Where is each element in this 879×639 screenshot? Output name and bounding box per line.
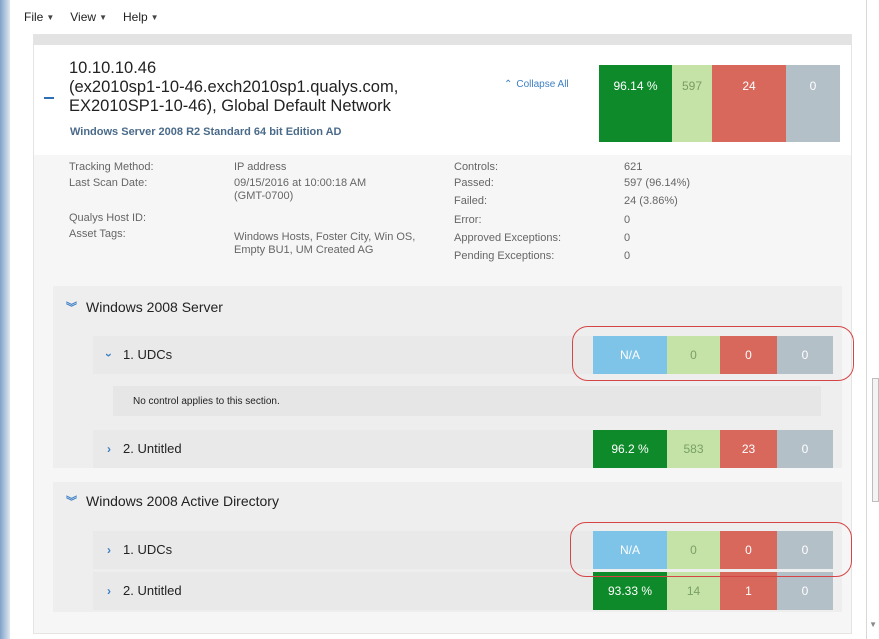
row-failed-cell: 23	[720, 430, 777, 468]
detail-label: Tracking Method:	[69, 161, 154, 173]
row-title: 2. Untitled	[123, 441, 182, 456]
row-number: 2.	[123, 441, 134, 456]
row-number: 1.	[123, 542, 134, 557]
host-ip: 10.10.10.46	[69, 59, 157, 77]
row-error-cell: 0	[777, 430, 833, 468]
row-label: › 1. UDCs	[107, 542, 172, 557]
detail-label: Last Scan Date:	[69, 177, 148, 189]
detail-label: Qualys Host ID:	[69, 212, 147, 224]
row-passed-cell: 14	[667, 572, 720, 610]
list-item[interactable]: › 2. Untitled 93.33 % 14 1 0	[93, 572, 833, 610]
detail-value: 0	[624, 232, 631, 244]
host-failed-count: 24	[712, 65, 786, 142]
detail-value: 0	[624, 214, 631, 226]
host-passed-count: 597	[672, 65, 712, 142]
menu-view[interactable]: View ▼	[70, 10, 107, 24]
host-os: Windows Server 2008 R2 Standard 64 bit E…	[70, 126, 342, 138]
section-header[interactable]: ︾ Windows 2008 Server	[66, 299, 223, 315]
scrollbar-track	[866, 0, 867, 639]
caret-down-icon: ▼	[99, 12, 107, 22]
row-percent-cell: 93.33 %	[593, 572, 667, 610]
list-item[interactable]: › 2. Untitled 96.2 % 583 23 0	[93, 430, 833, 468]
row-title: 2. Untitled	[123, 583, 182, 598]
panel-top-bar	[34, 35, 851, 45]
row-failed-cell: 1	[720, 572, 777, 610]
detail-value: Empty BU1, UM Created AG	[234, 244, 374, 256]
detail-label: Approved Exceptions:	[454, 232, 562, 244]
detail-label: Passed:	[454, 177, 494, 189]
row-stats: 96.2 % 583 23 0	[593, 430, 833, 468]
section-title: Windows 2008 Server	[86, 299, 223, 315]
detail-value: 597 (96.14%)	[624, 177, 691, 189]
detail-value: (GMT-0700)	[234, 190, 294, 202]
detail-value: 0	[624, 250, 631, 262]
chevron-right-icon: ›	[107, 583, 111, 598]
host-name-line: (ex2010sp1-10-46.exch2010sp1.qualys.com,	[69, 78, 399, 96]
row-percent-cell: 96.2 %	[593, 430, 667, 468]
detail-value: IP address	[234, 161, 287, 173]
caret-down-icon: ▼	[150, 12, 159, 22]
menu-file-label: File	[24, 10, 44, 24]
row-title: 1. UDCs	[123, 347, 172, 362]
caret-down-icon: ▼	[46, 12, 55, 22]
empty-section-note: No control applies to this section.	[113, 386, 821, 416]
host-error-count: 0	[786, 65, 840, 142]
window-left-edge	[0, 0, 10, 639]
detail-value: 09/15/2016 at 10:00:18 AM	[234, 177, 367, 189]
highlight-annotation	[570, 522, 852, 577]
minus-icon	[44, 97, 54, 99]
menu-help-label: Help	[122, 10, 148, 24]
section-title: Windows 2008 Active Directory	[86, 493, 279, 509]
double-chevron-down-icon: ︾	[66, 496, 77, 508]
row-number: 2.	[123, 583, 134, 598]
host-percent-passed: 96.14 %	[599, 65, 672, 142]
section-header[interactable]: ︾ Windows 2008 Active Directory	[66, 493, 279, 509]
host-title: 10.10.10.46 (ex2010sp1-10-46.exch2010sp1…	[69, 59, 429, 116]
detail-label: Controls:	[454, 161, 499, 173]
row-name: UDCs	[137, 542, 173, 557]
detail-label: Error:	[454, 214, 482, 226]
row-passed-cell: 583	[667, 430, 720, 468]
chevron-right-icon: ›	[107, 542, 111, 557]
resize-handle[interactable]	[872, 378, 879, 502]
double-chevron-up-icon: ⌃	[504, 79, 513, 90]
row-title: 1. UDCs	[123, 542, 172, 557]
menu-help[interactable]: Help ▼	[123, 10, 159, 24]
row-name: Untitled	[137, 583, 182, 598]
row-error-cell: 0	[777, 572, 833, 610]
chevron-right-icon: ›	[107, 441, 111, 456]
host-header: 10.10.10.46 (ex2010sp1-10-46.exch2010sp1…	[34, 45, 851, 155]
row-stats: 93.33 % 14 1 0	[593, 572, 833, 610]
row-number: 1.	[123, 347, 134, 362]
host-network-line: EX2010SP1-10-46), Global Default Network	[69, 97, 391, 115]
menubar: File ▼ View ▼ Help ▼	[10, 0, 879, 34]
menu-file[interactable]: File ▼	[24, 10, 54, 24]
row-label: › 2. Untitled	[107, 583, 182, 598]
row-label: › 1. UDCs	[102, 347, 172, 362]
detail-value: 621	[624, 161, 643, 173]
detail-value: Windows Hosts, Foster City, Win OS,	[234, 231, 416, 243]
host-details: Tracking Method: IP address Last Scan Da…	[34, 155, 851, 285]
menu-view-label: View	[70, 10, 97, 24]
collapse-all-link[interactable]: ⌃ Collapse All	[504, 79, 569, 90]
chevron-down-icon: ›	[102, 352, 116, 357]
detail-label: Failed:	[454, 195, 488, 207]
vertical-scrollbar[interactable]: ▼	[851, 0, 879, 639]
host-stats: 96.14 % 597 24 0	[599, 65, 840, 142]
detail-label: Pending Exceptions:	[454, 250, 555, 262]
row-label: › 2. Untitled	[107, 441, 182, 456]
host-collapse-toggle[interactable]	[39, 91, 59, 105]
detail-value: 24 (3.86%)	[624, 195, 678, 207]
double-chevron-down-icon: ︾	[66, 302, 77, 314]
highlight-annotation	[572, 326, 854, 381]
detail-label: Asset Tags:	[69, 228, 126, 240]
row-name: UDCs	[137, 347, 173, 362]
collapse-all-label: Collapse All	[516, 79, 569, 90]
scroll-down-icon[interactable]: ▼	[869, 620, 877, 629]
row-name: Untitled	[137, 441, 182, 456]
